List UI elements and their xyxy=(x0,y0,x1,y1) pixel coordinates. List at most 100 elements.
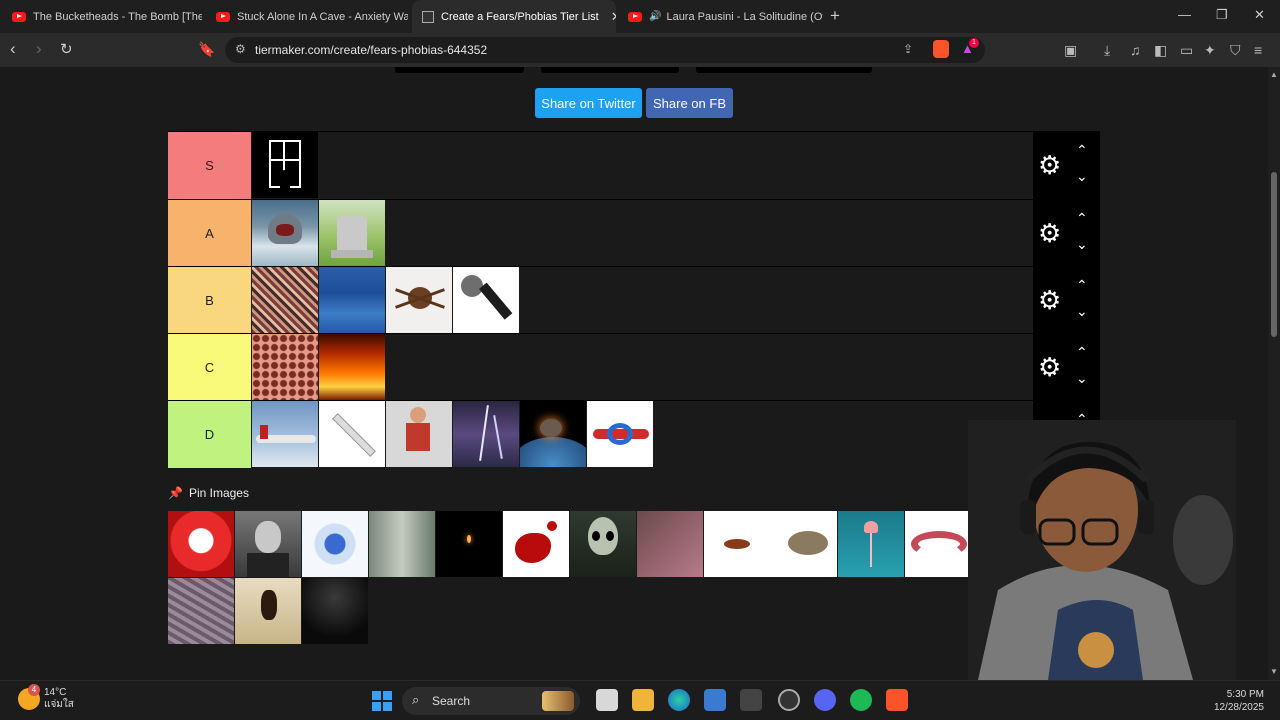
tier-label[interactable]: S xyxy=(168,132,251,199)
address-bar[interactable]: ⚙ tiermaker.com/create/fears-phobias-644… xyxy=(225,37,985,63)
system-clock[interactable]: 5:30 PM 12/28/2025 xyxy=(1214,688,1264,714)
tier-item-fire[interactable] xyxy=(319,334,385,400)
chevron-down-icon[interactable]: ⌄ xyxy=(1076,236,1088,253)
gear-icon[interactable]: ⚙ xyxy=(1038,287,1061,313)
tier-item-microphone[interactable] xyxy=(453,267,519,333)
control-partial[interactable] xyxy=(395,67,524,73)
restore-icon[interactable]: ❐ xyxy=(1216,7,1228,23)
close-window-icon[interactable]: ✕ xyxy=(1254,7,1265,23)
share-twitter-button[interactable]: Share on Twitter xyxy=(535,88,642,118)
gear-icon[interactable]: ⚙ xyxy=(1038,152,1061,178)
pool-item-scorpion-hand[interactable] xyxy=(235,578,301,644)
chevron-down-icon[interactable]: ⌄ xyxy=(1076,303,1088,320)
pool-item-scared-girl[interactable] xyxy=(637,511,703,577)
tier-item-crowd[interactable] xyxy=(252,267,318,333)
share-icon[interactable]: ⇪ xyxy=(903,42,913,56)
tier-item-airplane[interactable] xyxy=(252,401,318,467)
pin-images-toggle[interactable]: 📌 Pin Images xyxy=(168,486,249,500)
scroll-up-icon[interactable]: ▲ xyxy=(1270,70,1278,79)
chevron-down-icon[interactable]: ⌄ xyxy=(1076,370,1088,387)
forward-icon[interactable]: › xyxy=(36,39,42,59)
tier-label[interactable]: D xyxy=(168,401,251,468)
pool-item-centipede[interactable] xyxy=(168,578,234,644)
tier-label[interactable]: C xyxy=(168,334,251,401)
menu-icon[interactable]: ≡ xyxy=(1254,42,1262,58)
edge-icon[interactable] xyxy=(668,689,690,711)
tier-label[interactable]: A xyxy=(168,200,251,267)
tier-row-a: A ⚙ ⌃ ⌄ xyxy=(168,199,1100,267)
chevron-up-icon[interactable]: ⌃ xyxy=(1076,142,1088,159)
app-icon[interactable] xyxy=(740,689,762,711)
control-partial[interactable] xyxy=(541,67,679,73)
tab-2-active[interactable]: Create a Fears/Phobias Tier List ✕ xyxy=(412,0,616,33)
leo-ai-icon[interactable]: ✦ xyxy=(1204,42,1216,59)
weather-widget[interactable]: 4 14°C แจ่มใส xyxy=(18,684,74,711)
tab-3[interactable]: 🔊 Laura Pausini - La Solitudine (Offi xyxy=(618,0,823,33)
windows-start-icon[interactable] xyxy=(372,691,392,711)
pool-item-virus[interactable] xyxy=(302,511,368,577)
tier-item-holes-trypophobia[interactable] xyxy=(252,334,318,400)
scrollbar-thumb[interactable] xyxy=(1271,172,1277,337)
file-explorer-icon[interactable] xyxy=(632,689,654,711)
pool-item-cockroach-mouse[interactable] xyxy=(704,511,837,577)
tier-item-gravestone[interactable] xyxy=(319,200,385,266)
tier-item-puppet[interactable] xyxy=(386,401,452,467)
brave-icon[interactable] xyxy=(886,689,908,711)
minimize-icon[interactable]: — xyxy=(1178,7,1191,22)
reader-mode-icon[interactable]: ▣ xyxy=(1064,42,1077,59)
clock-time: 5:30 PM xyxy=(1226,689,1264,700)
chevron-up-icon[interactable]: ⌃ xyxy=(1076,277,1088,294)
pool-item-blood[interactable] xyxy=(503,511,569,577)
pool-item-man-portrait[interactable] xyxy=(235,511,301,577)
download-icon[interactable]: ⤓ xyxy=(1104,42,1110,59)
tab-title: Stuck Alone In A Cave - Anxiety Warr xyxy=(237,10,408,23)
close-tab-icon[interactable]: ✕ xyxy=(611,9,616,25)
obs-icon[interactable] xyxy=(778,689,800,711)
tab-title: The Bucketheads - The Bomb [These xyxy=(33,10,202,23)
pool-item-clown[interactable] xyxy=(168,511,234,577)
tier-item-spider[interactable] xyxy=(386,267,452,333)
pool-item-worm[interactable] xyxy=(905,511,971,577)
tier-item-shark[interactable] xyxy=(252,200,318,266)
tab-1[interactable]: Stuck Alone In A Cave - Anxiety Warr xyxy=(206,0,408,33)
reload-icon[interactable]: ↻ xyxy=(60,40,73,58)
pool-item-dark-room[interactable] xyxy=(302,578,368,644)
taskbar-search[interactable]: ⌕ Search xyxy=(402,687,580,715)
wallet-icon[interactable]: ▭ xyxy=(1180,42,1193,59)
tier-label[interactable]: B xyxy=(168,267,251,334)
url-text: tiermaker.com/create/fears-phobias-64435… xyxy=(255,43,488,57)
tier-item-lightning[interactable] xyxy=(453,401,519,467)
tier-item-window-figure[interactable] xyxy=(252,132,318,198)
site-info-icon[interactable]: ⚙ xyxy=(235,42,246,56)
brave-shields-icon[interactable] xyxy=(933,40,949,58)
share-facebook-button[interactable]: Share on FB xyxy=(646,88,733,118)
sidebar-icon[interactable]: ◧ xyxy=(1154,42,1167,59)
gear-icon[interactable]: ⚙ xyxy=(1038,220,1061,246)
spotify-icon[interactable] xyxy=(850,689,872,711)
back-icon[interactable]: ‹ xyxy=(10,39,16,59)
scroll-down-icon[interactable]: ▼ xyxy=(1270,667,1278,676)
pool-item-jellyfish[interactable] xyxy=(838,511,904,577)
page-scrollbar[interactable]: ▲ ▼ xyxy=(1268,67,1280,680)
tier-item-knot[interactable] xyxy=(587,401,653,467)
gear-icon[interactable]: ⚙ xyxy=(1038,354,1061,380)
task-view-icon[interactable] xyxy=(596,689,618,711)
control-partial[interactable] xyxy=(696,67,872,73)
store-icon[interactable] xyxy=(704,689,726,711)
tier-item-asteroid[interactable] xyxy=(520,401,586,467)
pool-item-darkness-candle[interactable] xyxy=(436,511,502,577)
chevron-down-icon[interactable]: ⌄ xyxy=(1076,168,1088,185)
tier-item-syringe[interactable] xyxy=(319,401,385,467)
tab-0[interactable]: The Bucketheads - The Bomb [These xyxy=(2,0,202,33)
chevron-up-icon[interactable]: ⌃ xyxy=(1076,210,1088,227)
pool-item-heights[interactable] xyxy=(369,511,435,577)
tier-item-ocean[interactable] xyxy=(319,267,385,333)
youtube-icon xyxy=(12,11,26,22)
music-icon[interactable]: ♫ xyxy=(1130,42,1141,58)
new-tab-button[interactable]: + xyxy=(830,6,840,26)
chevron-up-icon[interactable]: ⌃ xyxy=(1076,344,1088,361)
bookmark-icon[interactable]: 🔖 xyxy=(198,41,215,58)
pool-item-alien[interactable] xyxy=(570,511,636,577)
vpn-icon[interactable]: ⛉ xyxy=(1230,42,1241,59)
discord-icon[interactable] xyxy=(814,689,836,711)
